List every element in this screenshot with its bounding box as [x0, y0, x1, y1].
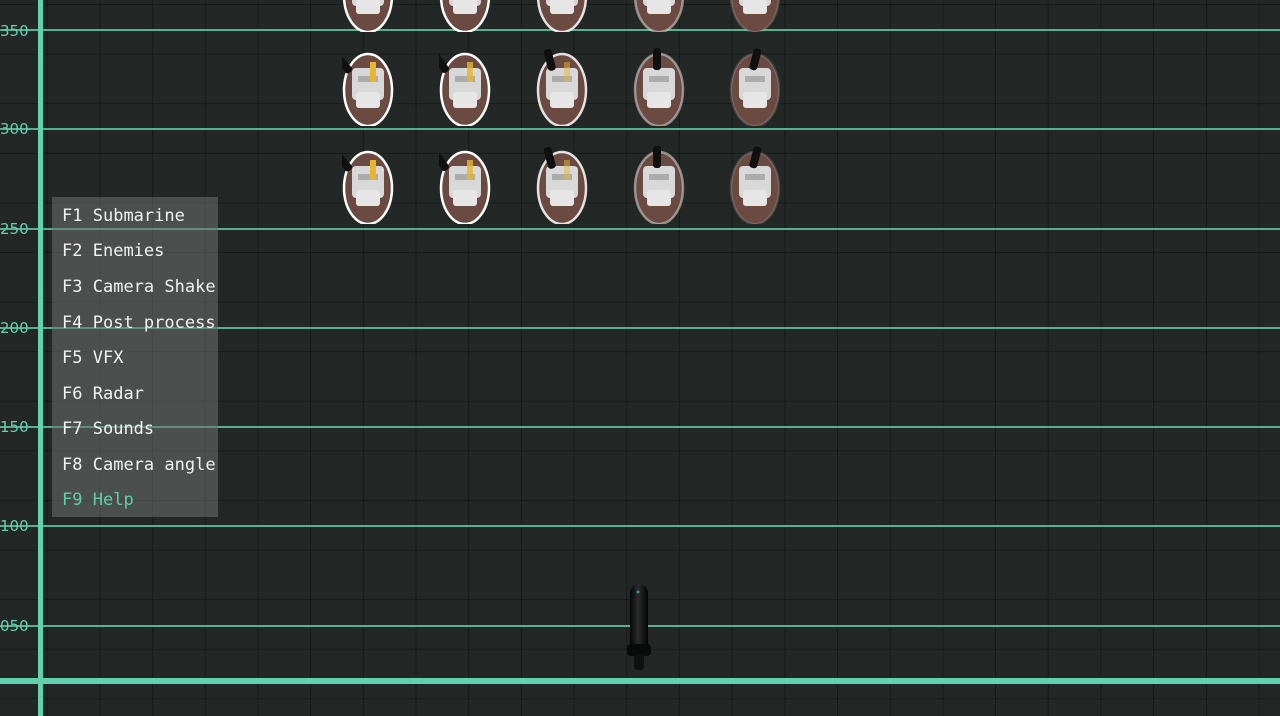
enemy-ship-icon	[729, 0, 781, 34]
player-submarine	[624, 582, 654, 674]
menu-item-label: Sounds	[92, 419, 155, 439]
enemy-ship	[342, 0, 394, 34]
menu-item-label: Help	[92, 490, 134, 510]
enemy-ship-icon	[633, 0, 685, 34]
menu-item-enemies[interactable]: F2 Enemies	[62, 239, 164, 263]
menu-item-label: Post process	[92, 313, 216, 333]
menu-item-key: F9	[62, 490, 83, 510]
tick-label: 150	[0, 418, 29, 436]
menu-item-help[interactable]: F9 Help	[62, 488, 134, 512]
distance-line-300	[0, 128, 1280, 130]
enemy-ship	[729, 0, 781, 34]
enemy-ship-icon	[633, 146, 685, 226]
vertical-axis-line	[38, 0, 43, 716]
enemy-ship	[432, 146, 491, 226]
enemy-ship	[633, 146, 685, 226]
tick-label: 350	[0, 22, 29, 40]
menu-item-submarine[interactable]: F1 Submarine	[62, 204, 185, 228]
menu-item-camera-angle[interactable]: F8 Camera angle	[62, 453, 216, 477]
enemy-ship-icon	[729, 48, 781, 128]
menu-item-vfx[interactable]: F5 VFX	[62, 346, 123, 370]
enemy-ship-icon	[536, 0, 588, 34]
menu-item-label: Camera Shake	[92, 277, 216, 297]
enemy-ship	[439, 0, 491, 34]
tick-label: 250	[0, 220, 29, 238]
menu-item-key: F8	[62, 455, 83, 475]
baseline	[0, 678, 1280, 684]
menu-item-post-process[interactable]: F4 Post process	[62, 311, 216, 335]
menu-item-label: Radar	[92, 384, 144, 404]
enemy-ship-icon	[536, 146, 588, 226]
menu-item-label: VFX	[92, 348, 124, 368]
menu-item-key: F2	[62, 241, 83, 261]
enemy-ship	[432, 48, 491, 128]
menu-item-key: F7	[62, 419, 83, 439]
tick-label: 200	[0, 319, 29, 337]
enemy-ship	[633, 0, 685, 34]
enemy-ship-icon	[729, 146, 781, 226]
enemy-ship	[536, 0, 588, 34]
distance-line-100	[0, 525, 1280, 527]
enemy-ship-icon	[439, 0, 491, 34]
menu-item-label: Submarine	[92, 206, 185, 226]
menu-item-radar[interactable]: F6 Radar	[62, 382, 144, 406]
menu-item-key: F3	[62, 277, 83, 297]
enemy-ship	[729, 48, 781, 128]
enemy-ship-icon	[342, 0, 394, 34]
tick-label: 050	[0, 617, 29, 635]
submarine-icon	[627, 584, 651, 670]
tick-label: 300	[0, 120, 29, 138]
enemy-ship	[633, 48, 685, 128]
enemy-ship	[729, 146, 781, 226]
menu-item-key: F1	[62, 206, 83, 226]
enemy-ship-icon	[432, 52, 491, 128]
menu-item-key: F4	[62, 313, 83, 333]
menu-item-key: F6	[62, 384, 83, 404]
enemy-ship	[536, 48, 588, 128]
menu-item-camera-shake[interactable]: F3 Camera Shake	[62, 275, 216, 299]
enemy-ship-icon	[432, 150, 491, 226]
menu-item-label: Enemies	[92, 241, 165, 261]
menu-item-key: F5	[62, 348, 83, 368]
enemy-ship-icon	[334, 52, 394, 128]
enemy-ship	[334, 48, 394, 128]
debug-menu-panel: F1 Submarine F2 Enemies F3 Camera Shake …	[52, 197, 218, 517]
enemy-ship	[334, 146, 394, 226]
enemy-ship	[536, 146, 588, 226]
enemy-ship-icon	[334, 150, 394, 226]
tick-label: 100	[0, 517, 29, 535]
enemy-ship-icon	[633, 48, 685, 128]
enemy-ship-icon	[536, 48, 588, 128]
game-viewport: 350 300 250 200 150 100 050 F1 Submarine	[0, 0, 1280, 716]
menu-item-sounds[interactable]: F7 Sounds	[62, 417, 154, 441]
menu-item-label: Camera angle	[92, 455, 216, 475]
